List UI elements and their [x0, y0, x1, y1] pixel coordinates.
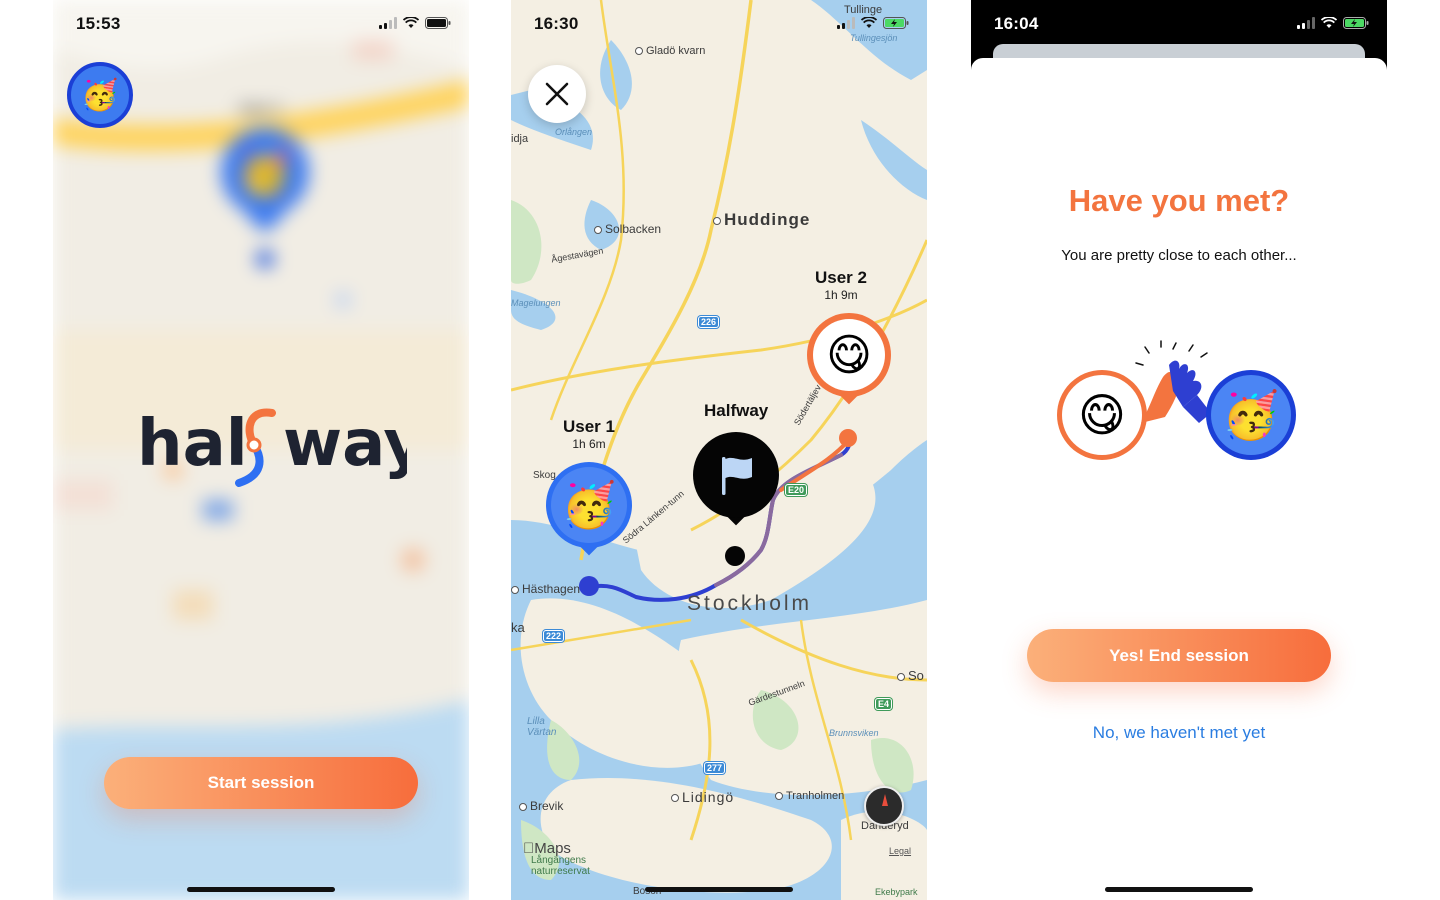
status-time: 15:53: [76, 14, 121, 33]
flag-icon: [722, 457, 752, 495]
map-label: Lilla Värtan: [527, 716, 557, 738]
user1-location-dot: [579, 576, 599, 596]
home-indicator[interactable]: [187, 887, 335, 892]
battery-charging-icon: [883, 17, 909, 29]
compass-button[interactable]: [864, 786, 904, 826]
halfway-logo: hal way: [137, 407, 407, 487]
wifi-icon: [403, 17, 419, 28]
user1-pin[interactable]: 🥳: [546, 462, 632, 556]
user2-emoji: 😋: [813, 319, 885, 391]
home-indicator[interactable]: [645, 887, 793, 892]
compass-needle-icon: [882, 794, 888, 806]
user1-emoji: 🥳: [1211, 375, 1291, 455]
halfway-pin[interactable]: [693, 432, 779, 526]
map-label-stockholm: Stockholm: [687, 592, 813, 615]
map-label: So: [908, 668, 924, 683]
user2-location-dot: [839, 429, 857, 447]
signal-icon: [837, 17, 855, 29]
user2-eta: 1h 9m: [824, 288, 858, 302]
modal-subtitle: You are pretty close to each other...: [1061, 247, 1297, 264]
party-face-icon: 🥳: [81, 78, 119, 112]
home-indicator[interactable]: [1105, 887, 1253, 892]
close-icon: [545, 82, 569, 106]
signal-icon: [1297, 17, 1315, 29]
road-shield: 226: [698, 316, 720, 328]
map-label: Huddinge: [724, 210, 811, 229]
not-met-yet-link[interactable]: No, we haven't met yet: [971, 722, 1387, 744]
user1-avatar: 🥳: [1206, 370, 1296, 460]
map-label: Hästhagen: [522, 582, 581, 596]
status-bar: 16:30: [511, 0, 927, 48]
status-icons: [837, 17, 909, 29]
svg-text:way: way: [283, 407, 407, 481]
battery-icon: [425, 17, 451, 29]
map-label: Solbacken: [605, 222, 662, 236]
map-label: idja: [511, 133, 529, 145]
map-label: Ekebypark: [875, 887, 918, 897]
signal-icon: [379, 17, 397, 29]
road-shield: E20: [785, 484, 808, 496]
user2-pin[interactable]: 😋: [807, 313, 891, 405]
svg-text:hal: hal: [137, 407, 248, 481]
battery-charging-icon: [1343, 17, 1369, 29]
map-label: Brevik: [530, 799, 564, 813]
road-shield: 222: [543, 630, 565, 642]
map-label: ka: [511, 620, 525, 635]
status-time: 16:30: [534, 14, 579, 33]
status-time: 16:04: [994, 14, 1039, 33]
start-session-button[interactable]: Start session: [104, 757, 418, 809]
screen-start: 🥳 User 1 15:53 🥳 hal way halfway Start s…: [53, 0, 469, 900]
map-user-label: User 1: [239, 100, 282, 116]
user1-emoji: 🥳: [551, 467, 627, 543]
map-label: Brunnsviken: [829, 728, 879, 738]
map-label: Orlången: [555, 127, 593, 137]
road-shield: E4: [875, 698, 893, 710]
end-session-button[interactable]: Yes! End session: [1027, 629, 1331, 682]
wifi-icon: [1321, 17, 1337, 28]
map-label: Lidingö: [682, 789, 735, 805]
legal-link[interactable]: Legal: [889, 846, 911, 856]
halfway-label: Halfway: [704, 401, 769, 420]
close-button[interactable]: [528, 65, 586, 123]
user1-eta: 1h 6m: [572, 437, 606, 451]
user1-label: User 1 1h 6m: [563, 417, 615, 451]
status-icons: [379, 17, 451, 29]
status-bar: 16:04: [971, 0, 1387, 48]
status-bar: 15:53: [53, 0, 469, 48]
map-label: Långängens naturreservat: [531, 855, 590, 877]
road-shield: 277: [704, 762, 726, 774]
user2-label: User 2 1h 9m: [815, 268, 867, 302]
user-avatar-button[interactable]: 🥳: [67, 62, 133, 128]
screen-map: Tullinge Tullingesjön Gladö kvarn Orlång…: [511, 0, 927, 900]
map-label: Tranholmen: [786, 790, 845, 802]
screen-have-you-met: 16:04 Have you met? You are pretty close…: [971, 0, 1387, 900]
map-label: Magelungen: [511, 298, 561, 308]
status-icons: [1297, 17, 1369, 29]
wifi-icon: [861, 17, 877, 28]
modal-title: Have you met?: [1068, 183, 1290, 218]
halfway-location-dot: [725, 546, 745, 566]
